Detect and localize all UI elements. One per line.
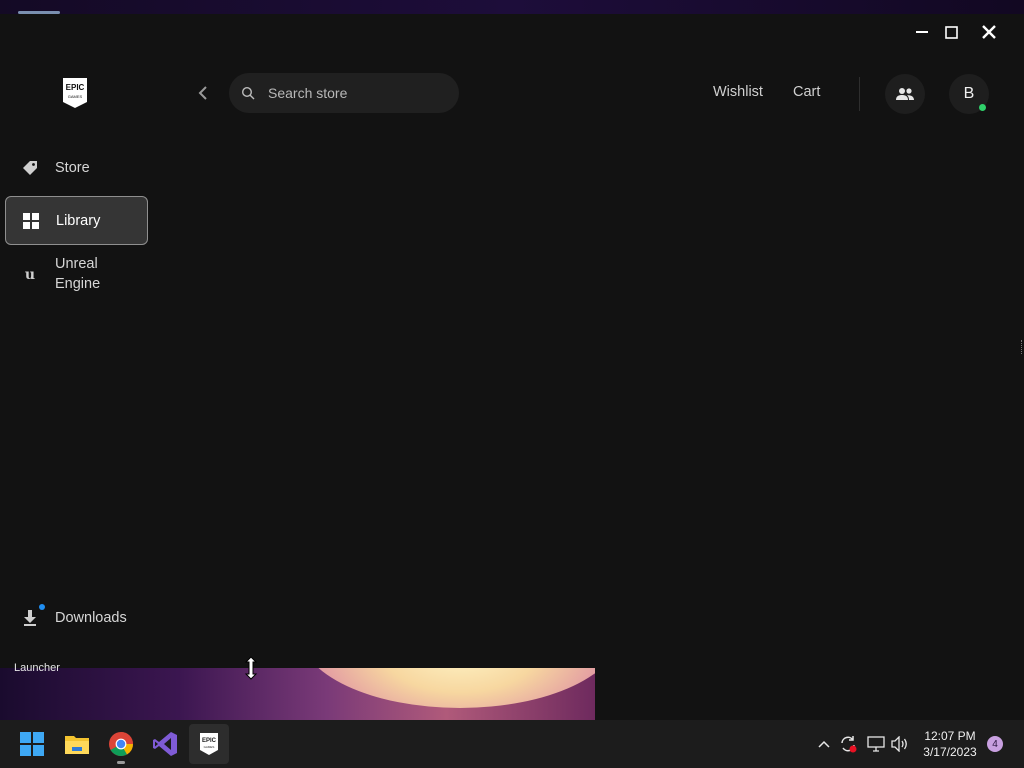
- chevron-left-icon: [198, 86, 207, 100]
- folder-icon: [65, 736, 89, 754]
- search-input[interactable]: [268, 85, 438, 101]
- desktop-launcher-label: Launcher: [14, 662, 60, 674]
- windows-logo-icon: [20, 732, 44, 756]
- volume-icon: [891, 736, 907, 752]
- minimize-button[interactable]: [907, 22, 937, 42]
- volume-tray-icon[interactable]: [890, 734, 910, 754]
- minimize-icon: [916, 31, 928, 33]
- header-divider: [859, 77, 860, 111]
- desktop-background: Launcher: [0, 656, 1024, 720]
- grid-icon: [22, 212, 40, 230]
- friends-button[interactable]: [885, 74, 925, 114]
- svg-text:EPIC: EPIC: [202, 738, 217, 744]
- taskbar-epic-games-launcher[interactable]: EPIC GAMES: [189, 724, 229, 764]
- show-hidden-icons-button[interactable]: [814, 734, 834, 754]
- sidebar-item-label: Unreal Engine: [55, 256, 101, 292]
- taskbar-file-explorer[interactable]: [57, 724, 97, 764]
- user-avatar-button[interactable]: B: [949, 74, 989, 114]
- online-status-dot: [979, 104, 986, 111]
- sidebar-item-label: Downloads: [55, 610, 127, 626]
- clock-date: 3/17/2023: [923, 745, 977, 759]
- epic-games-logo-icon: EPIC GAMES: [63, 78, 87, 108]
- downloads-notification-dot: [39, 604, 45, 610]
- window-resize-edge[interactable]: [1021, 340, 1023, 354]
- wishlist-link[interactable]: Wishlist: [713, 84, 763, 100]
- sidebar-item-label: Library: [56, 212, 101, 229]
- taskbar-chrome[interactable]: [101, 724, 141, 764]
- maximize-button[interactable]: [936, 22, 966, 42]
- svg-text:GAMES: GAMES: [68, 94, 83, 99]
- epic-games-icon: EPIC GAMES: [200, 733, 218, 755]
- taskbar: EPIC GAMES 12:07 PM 3/17/2023 4: [0, 720, 1024, 768]
- clock-time: 12:07 PM: [924, 729, 976, 743]
- friends-icon: [896, 88, 914, 100]
- maximize-icon: [944, 25, 958, 39]
- desktop-wallpaper: [0, 668, 595, 720]
- running-indicator: [117, 761, 125, 764]
- sidebar-item-unreal-engine[interactable]: u Unreal Engine: [5, 254, 148, 294]
- svg-text:u: u: [25, 267, 35, 282]
- wallpaper-glow: [300, 668, 595, 708]
- sidebar-item-downloads[interactable]: Downloads: [5, 602, 148, 634]
- close-icon: [982, 25, 996, 39]
- avatar-initial: B: [963, 85, 975, 102]
- download-icon: [21, 609, 39, 627]
- svg-text:GAMES: GAMES: [204, 745, 215, 749]
- notification-count-badge[interactable]: 4: [987, 736, 1003, 752]
- taskbar-visual-studio[interactable]: [145, 724, 185, 764]
- chevron-up-icon: [818, 740, 830, 748]
- start-button[interactable]: [12, 724, 52, 764]
- screen: EPIC GAMES Wishlist Cart B: [0, 0, 1024, 768]
- taskbar-clock[interactable]: 12:07 PM 3/17/2023: [918, 728, 982, 760]
- tag-icon: [21, 159, 39, 177]
- svg-text:EPIC: EPIC: [66, 83, 85, 92]
- search-icon: [241, 86, 255, 100]
- desktop-wallpaper-top: [0, 0, 1024, 14]
- resize-cursor-icon: [244, 656, 258, 680]
- cart-link[interactable]: Cart: [793, 84, 820, 100]
- epic-games-logo[interactable]: EPIC GAMES: [61, 77, 89, 109]
- search-bar[interactable]: [229, 73, 459, 113]
- back-button[interactable]: [193, 83, 213, 103]
- visual-studio-icon: [153, 732, 177, 756]
- unreal-engine-icon: u: [21, 265, 39, 283]
- sidebar-item-library[interactable]: Library: [5, 196, 148, 245]
- sync-tray-icon[interactable]: [838, 734, 858, 754]
- chrome-icon: [109, 732, 133, 757]
- sidebar-item-store[interactable]: Store: [5, 152, 148, 184]
- sync-icon: [841, 736, 857, 753]
- network-icon: [867, 736, 885, 752]
- epic-games-launcher-window: EPIC GAMES Wishlist Cart B: [0, 14, 1024, 668]
- network-tray-icon[interactable]: [866, 734, 886, 754]
- sidebar-item-label: Store: [55, 160, 90, 176]
- close-button[interactable]: [974, 22, 1004, 42]
